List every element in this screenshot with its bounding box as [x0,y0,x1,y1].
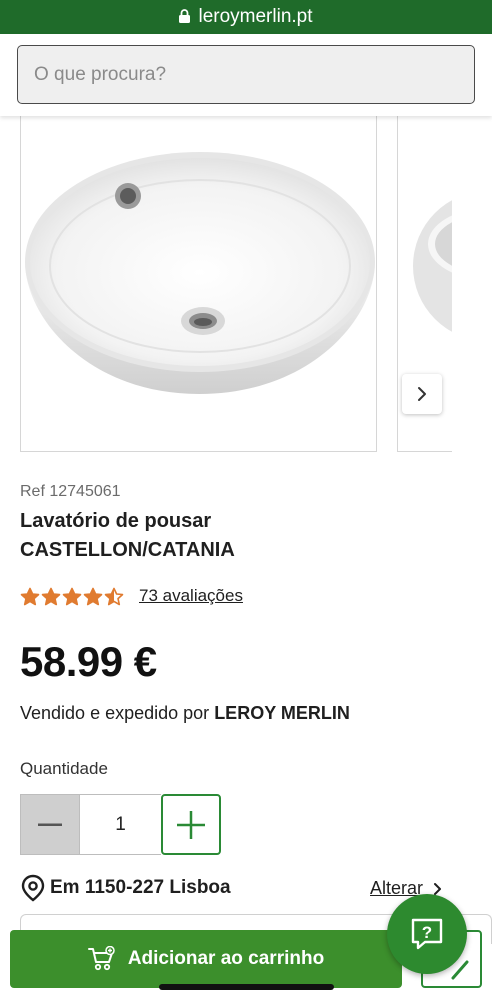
gallery-slide-1[interactable] [20,116,377,452]
svg-text:?: ? [422,923,432,942]
add-to-cart-label: Adicionar ao carrinho [127,948,325,969]
seller-info: Vendido e expedido por LEROY MERLIN [20,703,350,724]
browser-url-bar[interactable]: leroymerlin.pt [0,0,492,34]
minus-icon [38,823,62,826]
location-pin-icon [21,874,45,902]
help-chat-button[interactable]: ? [387,894,467,974]
delivery-location: Em 1150-227 Lisboa [20,874,231,902]
chevron-right-icon [434,882,442,895]
product-rating: 73 avaliações [20,586,243,606]
quantity-label: Quantidade [20,759,108,778]
lock-icon [179,9,191,23]
star-rating [20,587,124,606]
seller-prefix: Vendido e expedido por [20,703,210,723]
location-text: Em 1150-227 Lisboa [50,877,231,898]
help-chat-icon: ? [411,918,443,950]
product-reference: Ref 12745061 [20,483,121,500]
search-input[interactable]: O que procura? [17,45,475,104]
home-indicator [159,984,334,990]
product-title-line-1: Lavatório de pousar [20,510,212,532]
star-icon [83,587,103,605]
cart-add-icon [87,946,115,971]
plus-icon [177,810,205,839]
quantity-stepper: 1 [20,794,221,855]
star-icon [41,587,61,605]
star-icon [62,587,82,605]
add-to-cart-button[interactable]: Adicionar ao carrinho [10,930,402,988]
product-gallery[interactable] [0,116,452,454]
quantity-increase-button[interactable] [161,794,221,855]
product-title: Lavatório de pousar CASTELLON/CATANIA [20,507,440,565]
product-title-line-2: CASTELLON/CATANIA [20,539,235,561]
search-header: O que procura? [0,34,492,116]
chevron-right-icon [418,387,426,401]
quantity-decrease-button[interactable] [20,794,80,855]
product-price: 58.99 € [20,638,157,685]
gallery-next-button[interactable] [402,374,442,414]
star-icon [20,587,40,605]
product-image [25,152,375,394]
quantity-input[interactable]: 1 [80,794,161,855]
reviews-link[interactable]: 73 avaliações [139,586,243,606]
seller-name: LEROY MERLIN [214,703,350,723]
star-icon [104,587,124,605]
browser-url: leroymerlin.pt [198,6,313,27]
